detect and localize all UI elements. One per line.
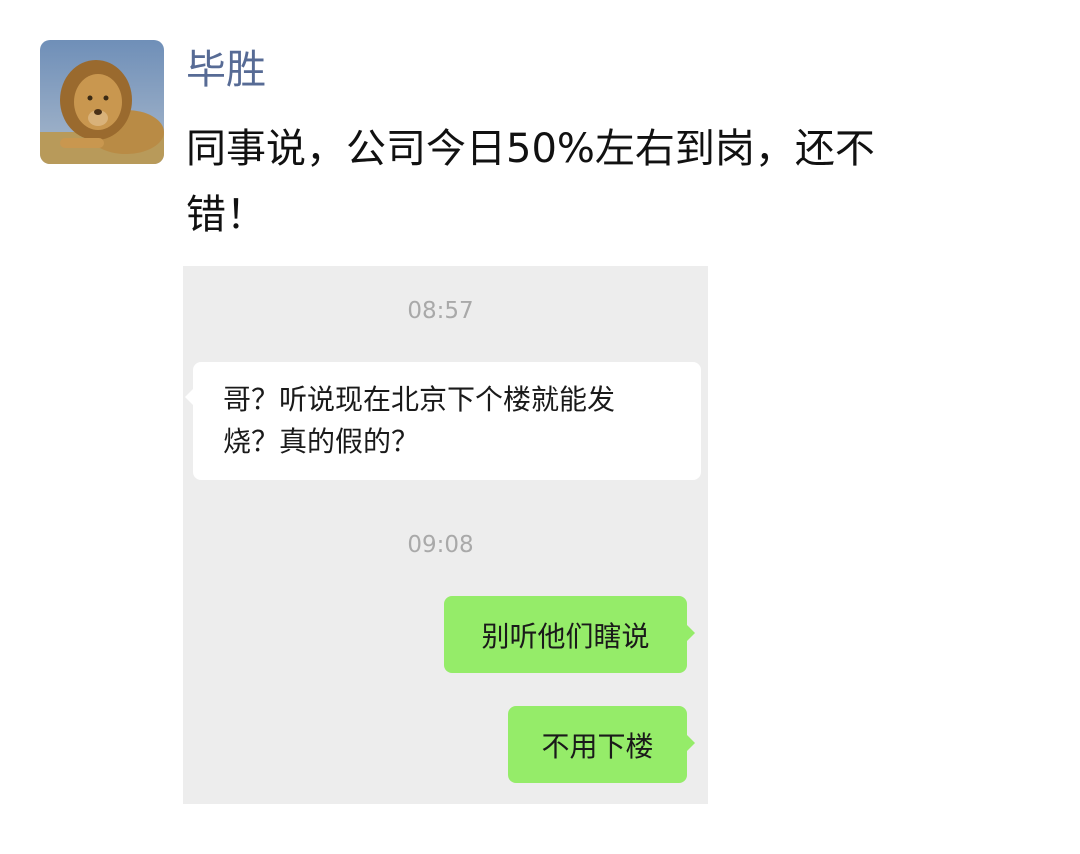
lion-avatar-icon	[40, 40, 164, 164]
author-avatar[interactable]	[40, 40, 164, 164]
outgoing-message-text: 别听他们瞎说	[481, 619, 650, 653]
outgoing-message-bubble: 别听他们瞎说	[444, 596, 695, 673]
incoming-message-text: 哥？听说现在北京下个楼就能发 烧？真的假的？	[223, 379, 615, 463]
chat-timestamp: 09:08	[407, 532, 474, 558]
message-line: 哥？听说现在北京下个楼就能发	[223, 383, 616, 416]
post-text-line: 错！	[186, 192, 266, 238]
chat-timestamp: 08:57	[407, 298, 474, 324]
chat-screenshot-image[interactable]: 08:57 哥？听说现在北京下个楼就能发 烧？真的假的？ 09:08 别听他们瞎…	[183, 266, 708, 804]
post-text-line: 同事说，公司今日50%左右到岗，还不	[186, 126, 875, 172]
incoming-message-bubble: 哥？听说现在北京下个楼就能发 烧？真的假的？	[185, 362, 701, 480]
outgoing-message-bubble: 不用下楼	[508, 706, 695, 783]
post-text: 同事说，公司今日50%左右到岗，还不 错！	[186, 116, 986, 248]
outgoing-message-text: 不用下楼	[541, 729, 654, 763]
author-name[interactable]: 毕胜	[186, 40, 266, 100]
message-line: 烧？真的假的？	[223, 425, 420, 458]
